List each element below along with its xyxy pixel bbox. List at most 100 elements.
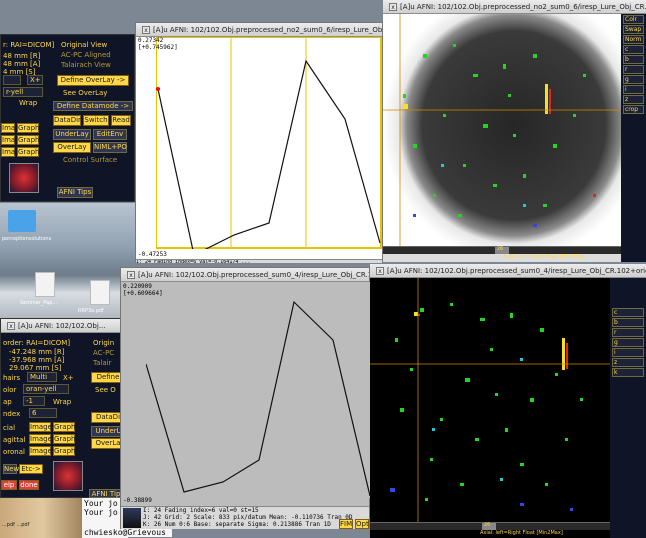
underlay-button[interactable]: UnderLay [53, 129, 91, 140]
folder-icon[interactable] [8, 210, 36, 232]
graph-bottom-plot[interactable] [146, 282, 370, 498]
graph-window-bottom: x [A]u AFNI: 102/102.Obj.preprocessed_sum… [120, 267, 370, 529]
new-button[interactable]: New [3, 464, 19, 474]
image-bottom-slider[interactable]: 26 [370, 522, 610, 530]
acpc-aligned-radio[interactable]: AC-PC Aligned [61, 51, 111, 59]
image-button-sagittal[interactable]: Image [29, 434, 52, 444]
color-select[interactable]: oran-yell [23, 384, 69, 394]
graph-button-axial[interactable]: Graph [53, 422, 75, 432]
talairach-view-radio[interactable]: Talairach View [61, 61, 111, 69]
graph-bottom-ymax: 0.220909 [123, 283, 152, 290]
see-overlay-toggle[interactable]: See OverLay [63, 89, 107, 97]
coord-r: 48 mm [R] [3, 52, 41, 60]
color-select[interactable]: r-yell [3, 87, 43, 97]
crop-button[interactable]: crop [623, 105, 644, 114]
image-button-axial[interactable]: Image [1, 123, 24, 133]
window-title: [A]u AFNI: 102/102.Obj... [18, 322, 106, 330]
info-line: K: 26 Num 0:6 Base: separate Sigma: 0.21… [143, 521, 331, 528]
terminal-prompt: chwiesko@Grievous [82, 528, 172, 537]
brain-slice-bottom[interactable] [370, 278, 610, 522]
etc-button[interactable]: Etc-> [19, 464, 43, 474]
wrap-toggle[interactable]: Wrap [19, 99, 37, 107]
help-button[interactable]: elp [1, 480, 17, 490]
image-window-top: x [A]u AFNI: 102/102.Obj.preprocessed_no2… [383, 0, 646, 262]
editenv-button[interactable]: EditEnv [93, 129, 127, 140]
xhairs-select[interactable]: Multi [27, 372, 57, 382]
afni-tips-button[interactable]: AFNI Tips [57, 187, 93, 198]
b-button[interactable]: b [623, 55, 644, 64]
r-button[interactable]: r [612, 328, 644, 337]
switch-button[interactable]: Switch [83, 115, 109, 126]
afni-logo-icon[interactable] [9, 163, 39, 193]
original-view-radio[interactable]: Original View [61, 41, 107, 49]
afni-logo-icon[interactable] [53, 461, 83, 491]
overlay-button[interactable]: OverLay [53, 142, 91, 153]
b-button[interactable]: b [612, 318, 644, 327]
see-overlay-toggle[interactable]: See O [95, 386, 116, 394]
close-icon[interactable]: x [376, 267, 384, 275]
sagittal-label: agittal [3, 436, 26, 444]
c-button[interactable]: c [612, 308, 644, 317]
afni-mini-logo-icon[interactable] [123, 508, 141, 528]
window-title: [A]u AFNI: 102/102.Obj.preprocessed_sum0… [138, 271, 369, 279]
image-button-axial[interactable]: Image [29, 422, 52, 432]
coord-header: order: RAI=DICOM] [3, 339, 71, 347]
close-icon[interactable]: x [142, 26, 150, 34]
brain-slice-top[interactable] [383, 14, 621, 246]
image-button-coronal[interactable]: Image [1, 147, 24, 157]
wrap-toggle[interactable]: Wrap [53, 398, 71, 406]
graph-top-plot[interactable] [156, 37, 382, 249]
i-button[interactable]: i [612, 348, 644, 357]
xhairs-plus-toggle[interactable]: X+ [63, 374, 74, 382]
image-top-titlebar: x [A]u AFNI: 102/102.Obj.preprocessed_no2… [383, 0, 646, 14]
coord-header: r: RAI=DICOM] [3, 41, 55, 49]
control-surface-button[interactable]: Control Surface [63, 156, 117, 164]
close-icon[interactable]: x [7, 322, 15, 330]
coord-a: 48 mm [A] [3, 60, 41, 68]
k-button[interactable]: k [612, 368, 644, 377]
graph-button-sagittal[interactable]: Graph [17, 135, 39, 145]
fim-button[interactable]: FIM [339, 519, 353, 529]
graph-bottom-ymin: -0.38899 [123, 497, 152, 504]
pdf-file-icon[interactable] [90, 280, 110, 305]
graph-button-coronal[interactable]: Graph [17, 147, 39, 157]
xhairs-select[interactable] [3, 75, 21, 85]
swap-button[interactable]: Swap [623, 25, 644, 34]
niml-po-button[interactable]: NIML+PO [93, 142, 127, 153]
graph-button-coronal[interactable]: Graph [53, 446, 75, 456]
g-button[interactable]: g [623, 75, 644, 84]
done-button[interactable]: done [19, 480, 39, 490]
z-button[interactable]: z [612, 358, 644, 367]
acpc-radio[interactable]: AC-PC [93, 349, 114, 357]
coord-r: -47.248 mm [R] [9, 348, 65, 356]
close-icon[interactable]: x [127, 271, 135, 279]
read-button[interactable]: Read [111, 115, 131, 126]
window-title: [A]u AFNI: 102/102.Obj.preprocessed_sum0… [387, 267, 646, 275]
c-button[interactable]: c [623, 45, 644, 54]
norm-button[interactable]: Norm [623, 35, 644, 44]
afni-tips-button[interactable]: AFNI Tip [89, 489, 123, 498]
opt-button[interactable]: Opt [355, 519, 369, 529]
index-field[interactable]: 6 [29, 408, 57, 418]
original-view-radio[interactable]: Origin [93, 339, 114, 347]
r-button[interactable]: r [623, 65, 644, 74]
colr-button[interactable]: Colr [623, 15, 644, 24]
pdf-file-icon[interactable] [35, 272, 55, 297]
graph-button-sagittal[interactable]: Graph [53, 434, 75, 444]
g-button[interactable]: g [612, 338, 644, 347]
image-button-coronal[interactable]: Image [29, 446, 52, 456]
i-button[interactable]: i [623, 85, 644, 94]
image-top-slider[interactable]: 26 [383, 246, 621, 254]
afni-controller-top: r: RAI=DICOM] 48 mm [R] 48 mm [A] 4 mm [… [0, 34, 135, 202]
graph-top-ymax: 0.27342 [138, 37, 164, 44]
define-overlay-button[interactable]: Define OverLay -> [57, 75, 129, 86]
talairach-radio[interactable]: Talair [93, 359, 111, 367]
define-datamode-button[interactable]: Define Datamode -> [53, 101, 133, 111]
z-button[interactable]: z [623, 95, 644, 104]
close-icon[interactable]: x [389, 3, 397, 11]
xhairs-plus-toggle[interactable]: X+ [27, 75, 43, 85]
datadir-button[interactable]: DataDir [53, 115, 81, 126]
image-button-sagittal[interactable]: Image [1, 135, 24, 145]
gap-select[interactable]: -1 [23, 396, 45, 406]
graph-button-axial[interactable]: Graph [17, 123, 39, 133]
